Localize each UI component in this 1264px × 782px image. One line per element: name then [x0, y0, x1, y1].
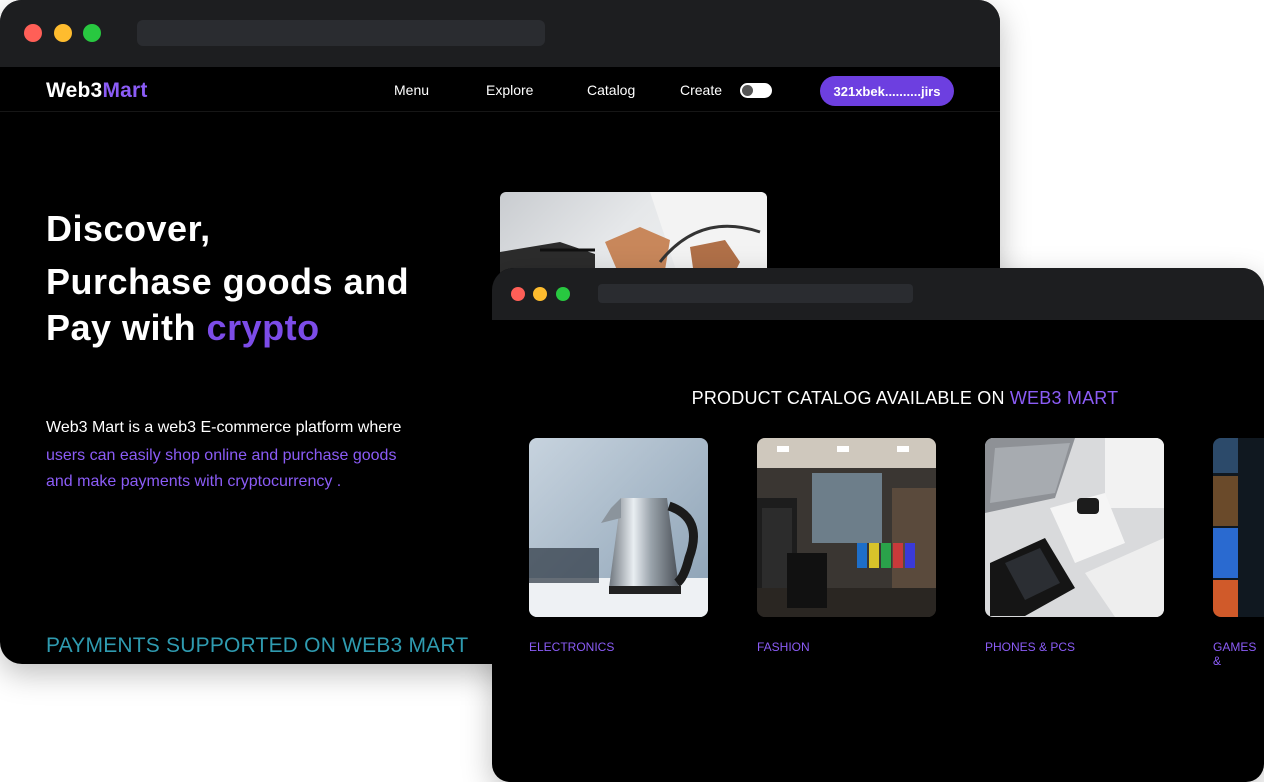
top-navbar: Web3Mart Menu Explore Catalog Create 321… — [0, 67, 1000, 112]
catalog-heading-accent: WEB3 MART — [1009, 388, 1119, 408]
category-label-games[interactable]: GAMES & — [1213, 640, 1264, 668]
close-window-button[interactable] — [24, 24, 42, 42]
nav-link-create[interactable]: Create — [680, 82, 722, 98]
theme-toggle[interactable] — [740, 83, 772, 98]
hero-title-accent: crypto — [206, 307, 320, 348]
games-collage-image — [1213, 438, 1264, 617]
hero-title-line-2: Purchase goods and — [46, 261, 410, 302]
minimize-window-button[interactable] — [54, 24, 72, 42]
wallet-address-button[interactable]: 321xbek..........jirs — [820, 76, 954, 106]
category-card-electronics[interactable] — [529, 438, 708, 617]
nav-link-explore[interactable]: Explore — [486, 82, 533, 98]
browser-window-catalog: PRODUCT CATALOG AVAILABLE ON WEB3 MART E… — [492, 268, 1264, 782]
hero-title-prefix: Pay with — [46, 307, 207, 348]
description-line-2: users can easily shop online and purchas… — [46, 447, 397, 464]
minimize-window-button[interactable] — [533, 287, 547, 301]
payments-heading: PAYMENTS SUPPORTED ON WEB3 MART — [46, 634, 469, 657]
hero-title-line-1: Discover, — [46, 208, 211, 249]
address-bar[interactable] — [137, 20, 545, 46]
nav-link-menu[interactable]: Menu — [394, 82, 429, 98]
category-card-games[interactable] — [1213, 438, 1264, 617]
catalog-heading: PRODUCT CATALOG AVAILABLE ON WEB3 MART — [492, 388, 1264, 409]
toggle-knob — [742, 85, 753, 96]
logo-text-mart: Mart — [102, 79, 148, 102]
description-line-1: Web3 Mart is a web3 E-commerce platform … — [46, 419, 402, 436]
catalog-heading-prefix: PRODUCT CATALOG AVAILABLE ON — [691, 388, 1010, 408]
kettle-image — [529, 438, 708, 617]
apple-devices-image — [985, 438, 1164, 617]
window-titlebar — [0, 0, 1000, 67]
nav-link-catalog[interactable]: Catalog — [587, 82, 635, 98]
category-card-fashion[interactable] — [757, 438, 936, 617]
hero-title-line-3: Pay with crypto — [46, 307, 320, 349]
window-titlebar — [492, 268, 1264, 320]
close-window-button[interactable] — [511, 287, 525, 301]
description-line-3: and make payments with cryptocurrency . — [46, 473, 342, 490]
site-logo[interactable]: Web3Mart — [46, 79, 148, 103]
maximize-window-button[interactable] — [83, 24, 101, 42]
clothing-store-image — [757, 438, 936, 617]
category-card-phones-pcs[interactable] — [985, 438, 1164, 617]
address-bar[interactable] — [598, 284, 913, 303]
category-label-phones-pcs[interactable]: PHONES & PCS — [985, 640, 1075, 654]
category-label-fashion[interactable]: FASHION — [757, 640, 810, 654]
category-label-electronics[interactable]: ELECTRONICS — [529, 640, 614, 654]
maximize-window-button[interactable] — [556, 287, 570, 301]
logo-text-web3: Web3 — [46, 79, 103, 102]
